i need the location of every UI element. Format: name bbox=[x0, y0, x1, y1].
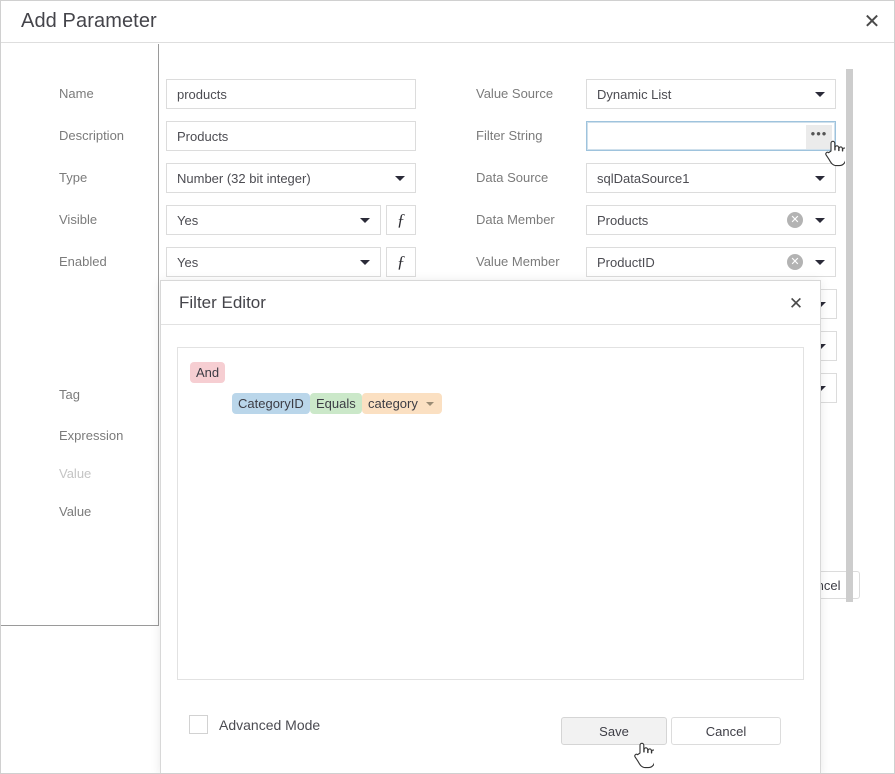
label-description: Description bbox=[59, 128, 124, 143]
filter-expression-canvas[interactable]: And CategoryID Equals category bbox=[177, 347, 804, 680]
visible-expression-button[interactable]: ƒ bbox=[386, 205, 416, 235]
name-input[interactable]: products bbox=[166, 79, 416, 109]
enabled-select[interactable]: Yes bbox=[166, 247, 381, 277]
label-enabled: Enabled bbox=[59, 254, 107, 269]
value-source-select[interactable]: Dynamic List bbox=[586, 79, 836, 109]
value-member-value: ProductID bbox=[597, 255, 655, 270]
visible-select-value: Yes bbox=[177, 213, 198, 228]
filter-string-input[interactable]: ••• bbox=[586, 121, 836, 151]
type-select[interactable]: Number (32 bit integer) bbox=[166, 163, 416, 193]
chevron-down-icon bbox=[815, 218, 825, 223]
cancel-button[interactable]: Cancel bbox=[671, 717, 781, 745]
label-visible: Visible bbox=[59, 212, 97, 227]
label-value-disabled: Value bbox=[59, 466, 91, 481]
vertical-scrollbar[interactable] bbox=[846, 69, 853, 602]
advanced-mode-checkbox[interactable] bbox=[189, 715, 208, 734]
filter-condition-value[interactable]: category bbox=[362, 393, 442, 414]
panel-divider bbox=[1, 625, 159, 626]
chevron-down-icon bbox=[815, 92, 825, 97]
chevron-down-icon bbox=[360, 260, 370, 265]
visible-select[interactable]: Yes bbox=[166, 205, 381, 235]
filter-editor-dialog: Filter Editor ✕ And CategoryID Equals ca… bbox=[160, 280, 821, 774]
data-member-select[interactable]: Products ✕ bbox=[586, 205, 836, 235]
filter-string-ellipsis-button[interactable]: ••• bbox=[806, 125, 832, 149]
close-icon[interactable]: ✕ bbox=[782, 290, 810, 316]
label-data-source: Data Source bbox=[476, 170, 548, 185]
filter-condition-value-text: category bbox=[368, 396, 418, 411]
clear-icon[interactable]: ✕ bbox=[787, 254, 803, 270]
data-source-select[interactable]: sqlDataSource1 bbox=[586, 163, 836, 193]
label-data-member: Data Member bbox=[476, 212, 555, 227]
add-parameter-titlebar: Add Parameter ✕ bbox=[1, 1, 895, 43]
label-expression: Expression bbox=[59, 428, 123, 443]
label-value-source: Value Source bbox=[476, 86, 553, 101]
page-title: Add Parameter bbox=[21, 10, 157, 33]
label-tag: Tag bbox=[59, 387, 80, 402]
chevron-down-icon bbox=[815, 176, 825, 181]
filter-editor-titlebar: Filter Editor ✕ bbox=[161, 281, 820, 325]
chevron-down-icon bbox=[426, 402, 434, 406]
app-window: Add Parameter ✕ Name Description Type Vi… bbox=[0, 0, 895, 774]
label-value-member: Value Member bbox=[476, 254, 560, 269]
enabled-select-value: Yes bbox=[177, 255, 198, 270]
advanced-mode-toggle[interactable]: Advanced Mode bbox=[189, 715, 320, 734]
filter-condition-operator[interactable]: Equals bbox=[310, 393, 362, 414]
chevron-down-icon bbox=[395, 176, 405, 181]
label-filter-string: Filter String bbox=[476, 128, 542, 143]
chevron-down-icon bbox=[360, 218, 370, 223]
enabled-expression-button[interactable]: ƒ bbox=[386, 247, 416, 277]
advanced-mode-label: Advanced Mode bbox=[219, 717, 320, 733]
filter-condition-field[interactable]: CategoryID bbox=[232, 393, 310, 414]
label-value: Value bbox=[59, 504, 91, 519]
data-source-value: sqlDataSource1 bbox=[597, 171, 690, 186]
column-divider bbox=[158, 44, 159, 625]
label-name: Name bbox=[59, 86, 94, 101]
type-select-value: Number (32 bit integer) bbox=[177, 171, 311, 186]
filter-group-operator[interactable]: And bbox=[190, 362, 225, 383]
description-input-value: Products bbox=[177, 129, 228, 144]
name-input-value: products bbox=[177, 87, 227, 102]
data-member-value: Products bbox=[597, 213, 648, 228]
label-type: Type bbox=[59, 170, 87, 185]
description-input[interactable]: Products bbox=[166, 121, 416, 151]
value-source-value: Dynamic List bbox=[597, 87, 671, 102]
save-button[interactable]: Save bbox=[561, 717, 667, 745]
close-icon[interactable]: ✕ bbox=[856, 7, 888, 37]
filter-editor-title: Filter Editor bbox=[179, 293, 266, 313]
clear-icon[interactable]: ✕ bbox=[787, 212, 803, 228]
chevron-down-icon bbox=[815, 260, 825, 265]
value-member-select[interactable]: ProductID ✕ bbox=[586, 247, 836, 277]
